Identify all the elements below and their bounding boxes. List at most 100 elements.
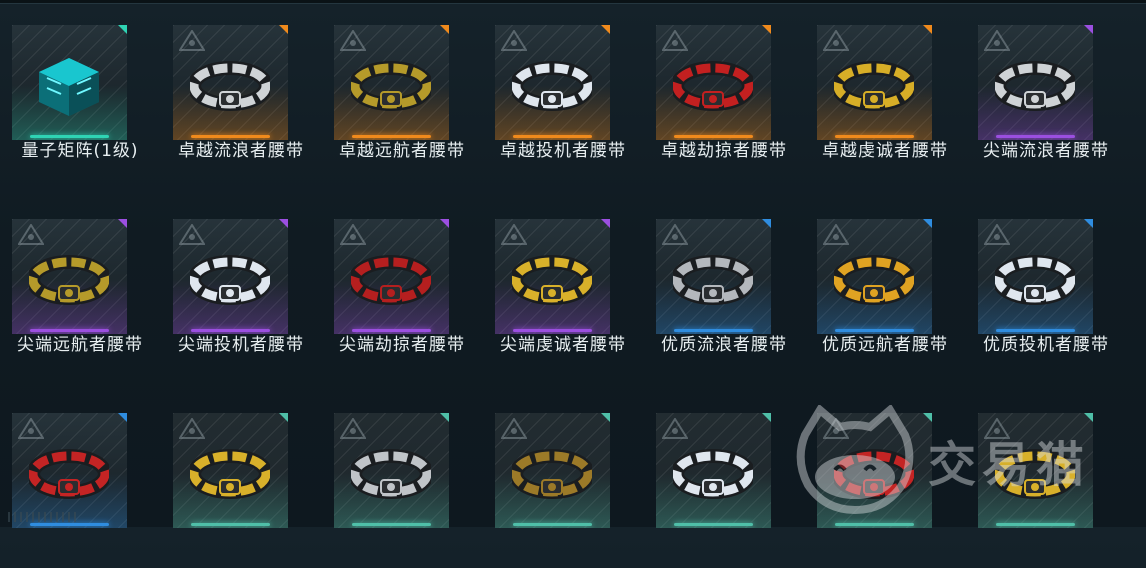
item-name: 卓越虔诚者腰带 xyxy=(822,141,948,161)
faction-emblem-icon xyxy=(662,30,688,51)
inventory-item[interactable] xyxy=(805,388,965,568)
faction-emblem-icon xyxy=(18,224,44,245)
item-card[interactable] xyxy=(334,413,449,528)
item-card[interactable] xyxy=(334,25,449,140)
belt-icon xyxy=(834,255,914,305)
rarity-bar xyxy=(835,523,914,526)
belt-icon xyxy=(834,449,914,499)
inventory-item[interactable]: 卓越远航者腰带 xyxy=(322,0,482,180)
item-name: 量子矩阵(1级) xyxy=(21,141,139,161)
rarity-corner xyxy=(1084,25,1093,34)
faction-emblem-icon xyxy=(984,224,1010,245)
item-name: 尖端劫掠者腰带 xyxy=(339,335,465,355)
item-name: 卓越投机者腰带 xyxy=(500,141,626,161)
inventory-item[interactable]: 尖端劫掠者腰带 xyxy=(322,194,482,374)
inventory-item[interactable]: 卓越劫掠者腰带 xyxy=(644,0,804,180)
inventory-item[interactable] xyxy=(161,388,321,568)
inventory-item[interactable]: 尖端远航者腰带 xyxy=(0,194,160,374)
item-card[interactable] xyxy=(978,413,1093,528)
rarity-bar xyxy=(191,523,270,526)
inventory-item[interactable]: 尖端流浪者腰带 xyxy=(966,0,1126,180)
faction-emblem-icon xyxy=(179,224,205,245)
rarity-corner xyxy=(279,413,288,422)
item-name: 优质投机者腰带 xyxy=(983,335,1109,355)
faction-emblem-icon xyxy=(662,418,688,439)
item-name: 卓越流浪者腰带 xyxy=(178,141,304,161)
rarity-corner xyxy=(118,25,127,34)
belt-icon xyxy=(29,255,109,305)
inventory-item[interactable] xyxy=(483,388,643,568)
inventory-item[interactable] xyxy=(0,388,160,568)
item-name: 尖端投机者腰带 xyxy=(178,335,304,355)
item-card[interactable] xyxy=(495,413,610,528)
inventory-item[interactable]: 卓越投机者腰带 xyxy=(483,0,643,180)
faction-emblem-icon xyxy=(501,30,527,51)
inventory-item[interactable]: 尖端投机者腰带 xyxy=(161,194,321,374)
faction-emblem-icon xyxy=(662,224,688,245)
item-card[interactable] xyxy=(173,413,288,528)
belt-icon xyxy=(512,449,592,499)
inventory-item[interactable] xyxy=(322,388,482,568)
belt-icon xyxy=(512,61,592,111)
belt-icon xyxy=(190,61,270,111)
item-name: 优质流浪者腰带 xyxy=(661,335,787,355)
belt-icon xyxy=(995,61,1075,111)
inventory-item[interactable]: 卓越虔诚者腰带 xyxy=(805,0,965,180)
item-card[interactable] xyxy=(495,219,610,334)
inventory-item[interactable]: 优质流浪者腰带 xyxy=(644,194,804,374)
belt-icon xyxy=(190,449,270,499)
item-card[interactable] xyxy=(817,25,932,140)
rarity-corner xyxy=(440,25,449,34)
inventory-item[interactable]: 量子矩阵(1级) xyxy=(0,0,160,180)
item-card[interactable] xyxy=(334,219,449,334)
item-card[interactable] xyxy=(495,25,610,140)
faction-emblem-icon xyxy=(340,224,366,245)
faction-emblem-icon xyxy=(501,418,527,439)
inventory-item[interactable]: 优质远航者腰带 xyxy=(805,194,965,374)
rarity-corner xyxy=(440,413,449,422)
faction-emblem-icon xyxy=(501,224,527,245)
item-card[interactable] xyxy=(656,413,771,528)
item-card[interactable] xyxy=(978,25,1093,140)
item-name: 尖端远航者腰带 xyxy=(17,335,143,355)
item-card[interactable] xyxy=(12,219,127,334)
rarity-corner xyxy=(279,25,288,34)
faction-emblem-icon xyxy=(340,418,366,439)
item-card[interactable] xyxy=(12,413,127,528)
belt-icon xyxy=(190,255,270,305)
rarity-corner xyxy=(923,219,932,228)
belt-icon xyxy=(351,61,431,111)
rarity-corner xyxy=(601,413,610,422)
inventory-item[interactable]: 卓越流浪者腰带 xyxy=(161,0,321,180)
inventory-item[interactable]: 优质投机者腰带 xyxy=(966,194,1126,374)
rarity-bar xyxy=(996,523,1075,526)
belt-icon xyxy=(673,61,753,111)
item-card[interactable] xyxy=(817,413,932,528)
inventory-item[interactable]: 尖端虔诚者腰带 xyxy=(483,194,643,374)
scroll-indicator xyxy=(8,512,78,522)
rarity-corner xyxy=(601,25,610,34)
inventory-item[interactable] xyxy=(966,388,1126,568)
item-card[interactable] xyxy=(12,25,127,140)
faction-emblem-icon xyxy=(18,418,44,439)
faction-emblem-icon xyxy=(823,30,849,51)
item-name: 卓越远航者腰带 xyxy=(339,141,465,161)
faction-emblem-icon xyxy=(984,418,1010,439)
item-card[interactable] xyxy=(656,25,771,140)
rarity-corner xyxy=(923,413,932,422)
rarity-corner xyxy=(1084,219,1093,228)
rarity-corner xyxy=(762,25,771,34)
item-card[interactable] xyxy=(978,219,1093,334)
item-card[interactable] xyxy=(173,219,288,334)
inventory-item[interactable] xyxy=(644,388,804,568)
rarity-corner xyxy=(440,219,449,228)
item-card[interactable] xyxy=(173,25,288,140)
belt-icon xyxy=(351,255,431,305)
item-card[interactable] xyxy=(656,219,771,334)
item-name: 优质远航者腰带 xyxy=(822,335,948,355)
belt-icon xyxy=(995,255,1075,305)
belt-icon xyxy=(673,255,753,305)
item-card[interactable] xyxy=(817,219,932,334)
item-name: 尖端流浪者腰带 xyxy=(983,141,1109,161)
rarity-corner xyxy=(118,413,127,422)
